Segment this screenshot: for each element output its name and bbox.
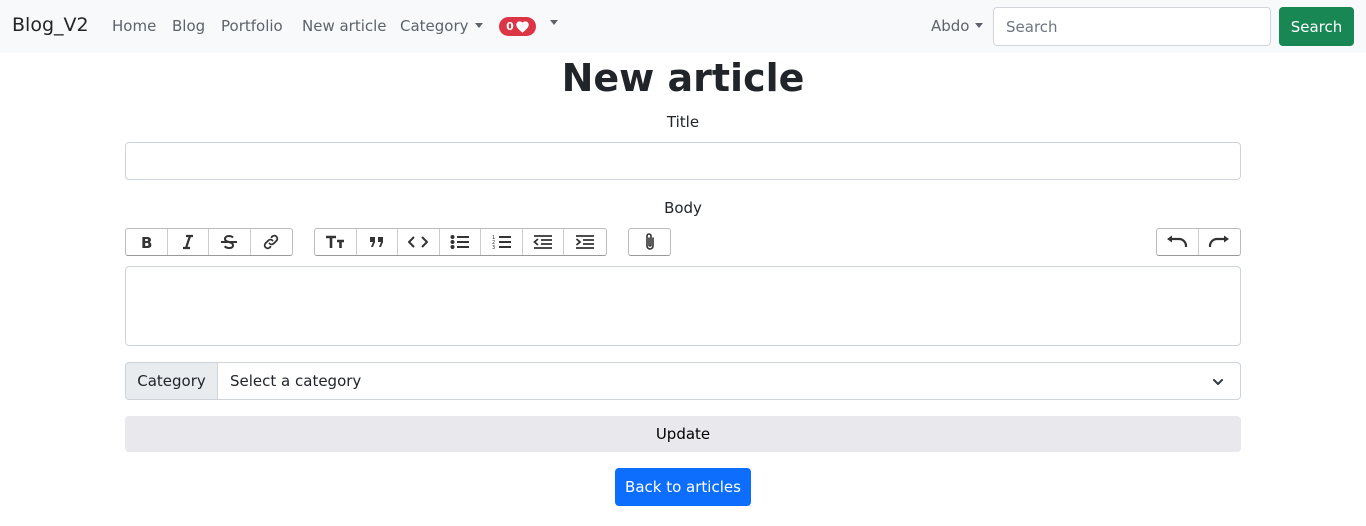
increase-indent-icon: [576, 235, 595, 249]
bold-icon: B: [141, 234, 152, 250]
category-prefix-label: Category: [125, 362, 218, 400]
undo-button[interactable]: [1157, 229, 1199, 255]
brand-link[interactable]: Blog_V2: [12, 14, 89, 36]
favorites-caret-icon[interactable]: [550, 20, 558, 25]
category-dropdown-label: Category: [400, 17, 469, 35]
bullet-list-icon: [450, 235, 470, 249]
svg-text:3: 3: [492, 245, 495, 250]
undo-icon: [1167, 235, 1188, 247]
decrease-indent-icon: [533, 235, 553, 249]
user-name: Abdo: [931, 17, 970, 35]
nav-link-blog[interactable]: Blog: [172, 17, 205, 35]
search-input[interactable]: [993, 7, 1271, 46]
caret-down-icon: [975, 22, 984, 28]
italic-button[interactable]: [168, 229, 209, 255]
favorites-badge[interactable]: 0: [499, 17, 536, 36]
bullet-list-button[interactable]: [440, 229, 482, 255]
heading-button[interactable]: [315, 229, 357, 255]
block-tools-group: 123: [314, 228, 607, 256]
search-button[interactable]: Search: [1279, 7, 1354, 46]
nav-category-dropdown[interactable]: Category: [400, 17, 483, 35]
text-tools-group: B: [125, 228, 293, 256]
chevron-down-icon: [1213, 379, 1223, 385]
attach-file-button[interactable]: [629, 229, 670, 255]
quote-icon: [369, 237, 383, 247]
link-icon: [264, 234, 279, 250]
attach-file-icon: [645, 233, 654, 250]
svg-text:B: B: [141, 234, 152, 250]
category-input-group: Category Select a category: [125, 362, 1241, 400]
heading-icon: [326, 235, 345, 248]
category-selected-value: Select a category: [230, 372, 362, 390]
numbered-list-button[interactable]: 123: [481, 229, 523, 255]
nav-link-home[interactable]: Home: [112, 17, 156, 35]
body-editor[interactable]: [125, 266, 1241, 346]
redo-button[interactable]: [1199, 229, 1241, 255]
category-select[interactable]: Select a category: [218, 362, 1241, 400]
back-to-articles-button[interactable]: Back to articles: [615, 468, 751, 506]
decrease-indent-button[interactable]: [523, 229, 565, 255]
history-tools-group: [1156, 228, 1241, 256]
strikethrough-icon: [221, 234, 238, 250]
badge-count: 0: [506, 20, 514, 33]
navbar: Blog_V2 Home Blog Portfolio New article …: [0, 0, 1366, 53]
page-title: New article: [561, 56, 805, 100]
increase-indent-button[interactable]: [564, 229, 606, 255]
code-icon: [408, 236, 429, 248]
numbered-list-icon: 123: [492, 235, 511, 250]
redo-icon: [1209, 235, 1230, 247]
strikethrough-button[interactable]: [209, 229, 251, 255]
nav-link-portfolio[interactable]: Portfolio: [221, 17, 283, 35]
file-tools-group: [628, 228, 671, 256]
italic-icon: [182, 234, 193, 250]
bold-button[interactable]: B: [126, 229, 168, 255]
heart-icon: [516, 20, 529, 33]
update-button[interactable]: Update: [125, 416, 1241, 452]
caret-down-icon: [474, 22, 483, 28]
link-button[interactable]: [251, 229, 292, 255]
quote-button[interactable]: [357, 229, 399, 255]
nav-link-new-article[interactable]: New article: [302, 17, 387, 35]
code-button[interactable]: [398, 229, 440, 255]
title-input[interactable]: [125, 142, 1241, 180]
title-label: Title: [666, 113, 700, 131]
user-dropdown[interactable]: Abdo: [931, 17, 984, 35]
body-label: Body: [664, 199, 702, 217]
